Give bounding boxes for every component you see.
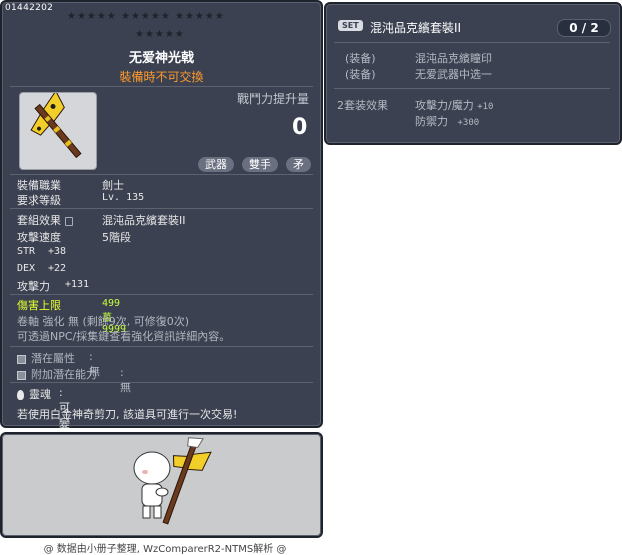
set-effect-2-value: +300 bbox=[457, 118, 480, 128]
divider bbox=[10, 382, 313, 383]
set-effect-title: 2套装效果 bbox=[337, 99, 388, 112]
job-row: 裝備職業 劍士 bbox=[17, 177, 124, 193]
level-label: 要求等級 bbox=[17, 194, 61, 207]
set-equip-label-1: (装备) bbox=[345, 52, 376, 65]
damage-cap-row: 傷害上限 499萬 9999 bbox=[17, 297, 126, 335]
divider bbox=[334, 88, 610, 89]
star-force-row-1: ★★★★★ ★★★★★ ★★★★★ bbox=[67, 11, 225, 22]
soul-row: 靈魂 : 可變換為靈魂武器 bbox=[17, 386, 70, 526]
set-name: 混沌品克繽套裝II bbox=[370, 21, 462, 35]
item-icon-frame bbox=[19, 90, 97, 170]
divider bbox=[334, 42, 610, 43]
soul-label: 靈魂 bbox=[29, 388, 51, 401]
attack-speed-label: 攻擊速度 bbox=[17, 231, 61, 244]
soul-flame-icon bbox=[17, 390, 24, 400]
attack-speed-value: 5階段 bbox=[102, 231, 131, 244]
potential-label: 潛在屬性 bbox=[31, 352, 75, 365]
lock-icon bbox=[65, 216, 73, 226]
set-effect-1-value: +10 bbox=[477, 102, 494, 112]
set-piece-count: 0 / 2 bbox=[557, 19, 611, 37]
set-effect-line-2: 防禦力 +300 bbox=[415, 113, 479, 129]
set-effect-row: 套組效果 混沌品克繽套裝II bbox=[17, 212, 186, 228]
item-name: 无爱神光戟 bbox=[128, 51, 194, 66]
set-effect-label: 套組效果 bbox=[17, 214, 61, 227]
divider bbox=[10, 346, 313, 347]
dex-row: DEX +22 bbox=[17, 263, 66, 274]
npc-info-line: 可透過NPC/採集鍵查看強化資訊詳細內容。 bbox=[17, 330, 231, 343]
star-force-row-2: ★★★★★ bbox=[135, 29, 185, 40]
divider bbox=[10, 294, 313, 295]
set-effect-1-label: 攻擊力/魔力 bbox=[415, 99, 474, 112]
tag-weapon: 武器 bbox=[198, 157, 234, 172]
additional-potential-row: 附加潛在能力 : 無 bbox=[17, 366, 131, 394]
attack-speed-row: 攻擊速度 5階段 bbox=[17, 229, 131, 245]
tag-spear: 矛 bbox=[286, 157, 311, 172]
attack-value: +131 bbox=[65, 279, 90, 290]
potential-row: 潛在屬性 : 無 bbox=[17, 350, 100, 378]
job-value: 劍士 bbox=[102, 179, 124, 192]
scissor-trade-line: 若使用白金神奇剪刀, 該道具可進行一次交易! bbox=[17, 408, 238, 421]
str-row: STR +38 bbox=[17, 246, 66, 257]
set-equip-label-2: (装备) bbox=[345, 68, 376, 81]
attack-label: 攻擊力 bbox=[17, 280, 50, 293]
dex-label: DEX bbox=[17, 263, 36, 274]
scroll-enhance-line: 卷軸 強化 無 (剩餘9次, 可修復0次) bbox=[17, 315, 190, 328]
additional-potential-value: : 無 bbox=[120, 366, 131, 394]
character-preview-panel bbox=[0, 432, 323, 538]
combat-power-label: 戰鬥力提升量 bbox=[237, 92, 310, 106]
potential-bullet-icon bbox=[17, 354, 26, 364]
trade-restriction-note: 裝備時不可交換 bbox=[119, 70, 204, 84]
combat-power-value: 0 bbox=[292, 115, 308, 140]
set-effect-line-1: 攻擊力/魔力 +10 bbox=[415, 97, 493, 113]
set-badge: SET bbox=[338, 20, 363, 31]
set-info-panel: SET 混沌品克繽套裝II 0 / 2 (装备) 混沌品克繽瞳印 (装备) 无爱… bbox=[324, 2, 622, 145]
tag-two-handed: 雙手 bbox=[242, 157, 278, 172]
set-effect-value: 混沌品克繽套裝II bbox=[102, 214, 186, 227]
level-value: Lv. 135 bbox=[102, 192, 145, 203]
set-equip-value-1: 混沌品克繽瞳印 bbox=[415, 52, 492, 65]
divider bbox=[10, 208, 313, 209]
damage-cap-label: 傷害上限 bbox=[17, 299, 61, 312]
character-avatar-icon bbox=[133, 437, 212, 525]
dex-value: +22 bbox=[48, 263, 67, 274]
job-label: 裝備職業 bbox=[17, 179, 61, 192]
str-value: +38 bbox=[48, 246, 67, 257]
attack-row: 攻擊力 +131 bbox=[17, 278, 89, 294]
halberd-icon bbox=[30, 90, 82, 159]
str-label: STR bbox=[17, 246, 36, 257]
item-id: 01442202 bbox=[5, 3, 54, 13]
additional-potential-label: 附加潛在能力 bbox=[31, 368, 97, 381]
additional-potential-bullet-icon bbox=[17, 370, 26, 380]
set-effect-2-label: 防禦力 bbox=[415, 115, 448, 128]
item-tooltip-panel: 01442202 ★★★★★ ★★★★★ ★★★★★ ★★★★★ 无爱神光戟 裝… bbox=[0, 0, 323, 526]
set-equip-value-2: 无爱武器中选一 bbox=[415, 68, 492, 81]
divider bbox=[10, 174, 313, 175]
divider bbox=[10, 86, 313, 87]
level-row: 要求等級 Lv. 135 bbox=[17, 192, 144, 208]
